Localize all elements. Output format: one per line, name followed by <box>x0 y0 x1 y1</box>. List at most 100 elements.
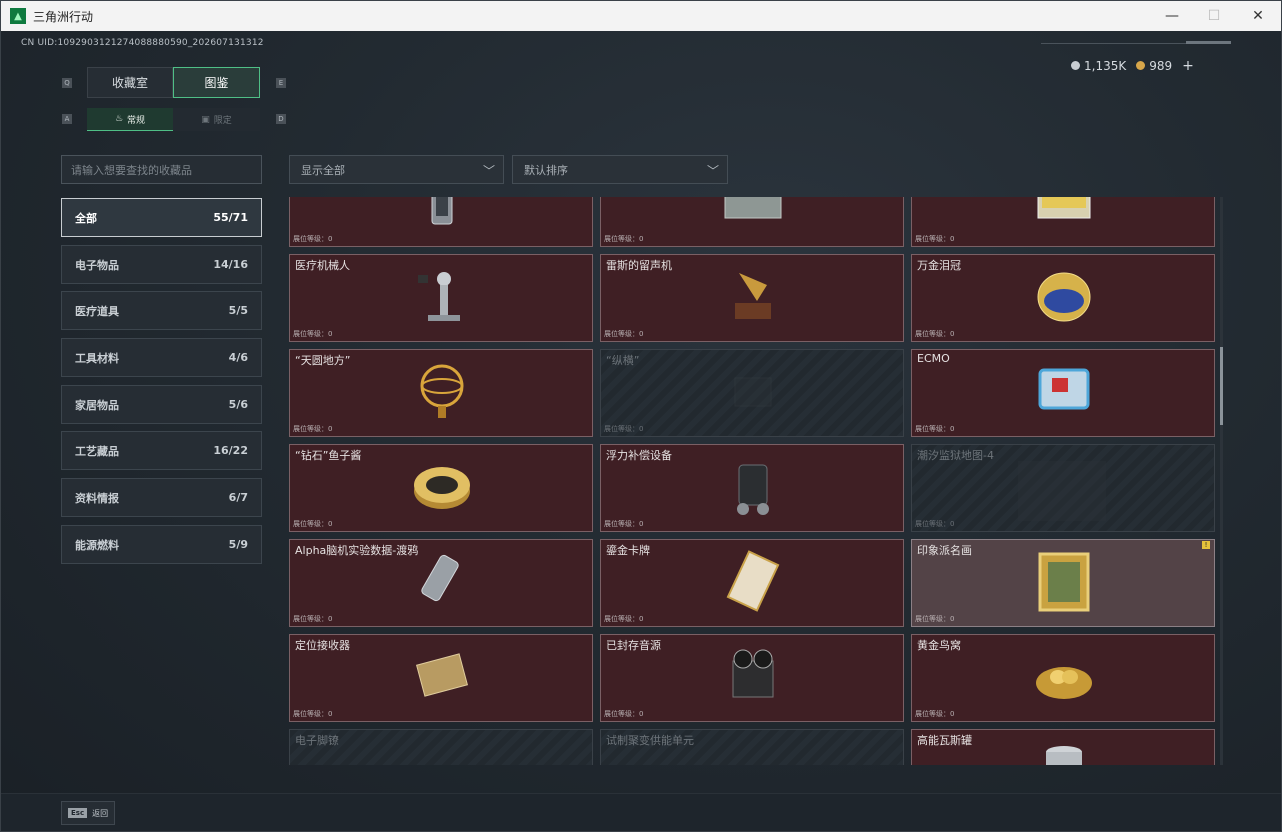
medical-robot-icon <box>410 265 474 337</box>
item-display-level: 展位等级：0 <box>604 710 644 718</box>
collection-item-card[interactable]: 展位等级：0 <box>289 197 593 247</box>
category-electronics[interactable]: 电子物品 14/16 <box>61 245 262 284</box>
item-name: 鎏金卡牌 <box>606 544 650 557</box>
collection-item-card[interactable]: 潮汐监狱地图-4 展位等级：0 <box>911 444 1215 532</box>
collection-item-card[interactable]: 已封存音源 展位等级：0 <box>600 634 904 722</box>
maximize-button[interactable]: ☐ <box>1191 1 1237 31</box>
box-icon: ▣ <box>201 114 210 125</box>
tab-prev-key: Q <box>62 78 72 88</box>
data-drive-icon <box>410 550 474 622</box>
ecmo-machine-icon <box>1032 360 1096 432</box>
caviar-tin-icon <box>410 455 474 527</box>
diving-gear-icon <box>721 455 785 527</box>
silver-currency: 1,135K <box>1071 59 1126 73</box>
subtab-prev-key: A <box>62 114 72 124</box>
item-display-level: 展位等级：0 <box>293 330 333 338</box>
ankle-monitor-icon <box>410 740 474 765</box>
collection-item-card[interactable]: 印象派名画 展位等级：0! <box>911 539 1215 627</box>
game-window: ▲ 三角洲行动 — ☐ ✕ CN UID:1092903121274088880… <box>0 0 1282 832</box>
item-display-level: 展位等级：0 <box>915 235 955 243</box>
close-button[interactable]: ✕ <box>1235 1 1281 31</box>
subtab-regular[interactable]: ♨ 常规 <box>87 108 173 131</box>
collection-item-card[interactable]: 鎏金卡牌展位等级：0 <box>600 539 904 627</box>
collection-item-card[interactable]: “钻石”鱼子酱展位等级：0 <box>289 444 593 532</box>
collection-item-card[interactable]: 高能瓦斯罐展位等级：0 <box>911 729 1215 765</box>
new-badge-icon: ! <box>1202 541 1210 549</box>
item-display-level: 展位等级：0 <box>915 330 955 338</box>
item-display-level: 展位等级：0 <box>915 425 955 433</box>
category-intel[interactable]: 资料情报 6/7 <box>61 478 262 517</box>
item-name: 试制聚变供能单元 <box>606 734 694 747</box>
collection-item-card[interactable]: 万金泪冠展位等级：0 <box>911 254 1215 342</box>
item-name: “纵横” <box>606 354 640 367</box>
reel-recorder-icon <box>721 645 785 717</box>
item-display-level: 展位等级：0 <box>604 615 644 623</box>
gas-canister-icon <box>1032 740 1096 765</box>
item-name: 万金泪冠 <box>917 259 961 272</box>
collection-item-card[interactable]: 试制聚变供能单元展位等级：0 <box>600 729 904 765</box>
tab-collection-room[interactable]: 收藏室 <box>87 67 173 98</box>
esc-key-icon: Esc <box>68 808 88 818</box>
grid-scrollbar[interactable] <box>1220 197 1223 765</box>
item-name: 黄金鸟窝 <box>917 639 961 652</box>
collection-item-card[interactable]: Alpha脑机实验数据-渡鸦 展位等级：0 <box>289 539 593 627</box>
collection-search-input[interactable]: 请输入想要查找的收藏品 <box>61 155 262 184</box>
tab-next-key: E <box>276 78 286 88</box>
category-all[interactable]: 全部 55/71 <box>61 198 262 237</box>
display-filter-dropdown[interactable]: 显示全部 ﹀ <box>289 155 504 184</box>
battery-pack-icon <box>1032 197 1096 242</box>
scroll-thumb[interactable] <box>1220 347 1223 425</box>
category-household[interactable]: 家居物品 5/6 <box>61 385 262 424</box>
item-display-level: 展位等级：0 <box>915 710 955 718</box>
military-crate-icon <box>721 197 785 242</box>
chevron-down-icon: ﹀ <box>706 164 719 178</box>
minimize-button[interactable]: — <box>1149 1 1195 31</box>
category-energy[interactable]: 能源燃料 5/9 <box>61 525 262 564</box>
item-name: 高能瓦斯罐 <box>917 734 972 747</box>
item-display-level: 展位等级：0 <box>604 235 644 243</box>
collection-item-card[interactable]: 展位等级：0 <box>911 197 1215 247</box>
collection-item-card[interactable]: 黄金鸟窝展位等级：0 <box>911 634 1215 722</box>
category-tools[interactable]: 工具材料 4/6 <box>61 338 262 377</box>
add-currency-button[interactable]: + <box>1182 58 1194 74</box>
item-name: “钻石”鱼子酱 <box>295 449 362 462</box>
collection-item-card[interactable]: “纵横” 展位等级：0 <box>600 349 904 437</box>
collection-item-card[interactable]: 展位等级：0 <box>600 197 904 247</box>
subtab-limited[interactable]: ▣ 限定 <box>173 108 260 131</box>
fusion-cell-icon <box>721 740 785 765</box>
category-crafts[interactable]: 工艺藏品 16/22 <box>61 431 262 470</box>
collection-item-card[interactable]: 医疗机械人 展位等级：0 <box>289 254 593 342</box>
gold-currency: 989 <box>1136 59 1172 73</box>
item-display-level: 展位等级：0 <box>604 425 644 433</box>
category-medical[interactable]: 医疗道具 5/5 <box>61 291 262 330</box>
chess-board-icon <box>721 360 785 432</box>
item-name: “天圆地方” <box>295 354 351 367</box>
item-display-level: 展位等级：0 <box>915 520 955 528</box>
item-name: 电子脚镣 <box>295 734 339 747</box>
item-display-level: 展位等级：0 <box>293 520 333 528</box>
collection-item-card[interactable]: 浮力补偿设备 展位等级：0 <box>600 444 904 532</box>
collection-item-card[interactable]: 电子脚镣展位等级：0 <box>289 729 593 765</box>
delta-force-logo-icon: ▲ <box>10 8 26 24</box>
item-display-level: 展位等级：0 <box>293 235 333 243</box>
sort-order-dropdown[interactable]: 默认排序 ﹀ <box>512 155 728 184</box>
tab-catalog[interactable]: 图鉴 <box>173 67 260 98</box>
collection-item-card[interactable]: 雷斯的留声机 展位等级：0 <box>600 254 904 342</box>
flame-icon: ♨ <box>114 114 124 124</box>
item-display-level: 展位等级：0 <box>293 615 333 623</box>
chevron-down-icon: ﹀ <box>482 164 495 178</box>
collection-screen: CN UID:1092903121274088880590_2026071313… <box>1 31 1281 831</box>
armillary-sphere-icon <box>410 360 474 432</box>
collection-item-card[interactable]: ECMO 展位等级：0 <box>911 349 1215 437</box>
item-display-level: 展位等级：0 <box>293 710 333 718</box>
collection-item-card[interactable]: “天圆地方” 展位等级：0 <box>289 349 593 437</box>
currency-bar: 1,135K 989 + <box>1041 55 1231 77</box>
jeweled-egg-icon <box>1032 265 1096 337</box>
item-name: 雷斯的留声机 <box>606 259 672 272</box>
item-name: 浮力补偿设备 <box>606 449 672 462</box>
silver-coin-icon <box>1071 61 1080 70</box>
collection-item-card[interactable]: 定位接收器 展位等级：0 <box>289 634 593 722</box>
framed-painting-icon <box>1032 550 1096 622</box>
back-button[interactable]: Esc 返回 <box>61 801 115 825</box>
item-display-level: 展位等级：0 <box>915 615 955 623</box>
